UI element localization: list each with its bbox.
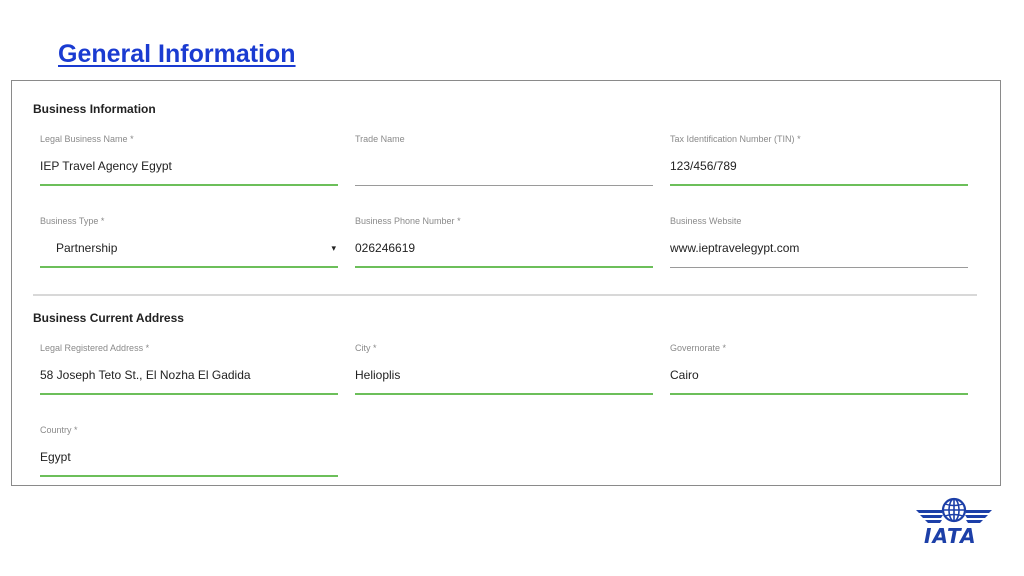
field-value[interactable]: IEP Travel Agency Egypt (40, 159, 172, 173)
field-label: Legal Registered Address (40, 343, 144, 353)
city-field[interactable]: City * Helioplis (355, 343, 653, 395)
field-underline (670, 393, 968, 395)
business-type-select[interactable]: Business Type * Partnership ▾ (40, 216, 338, 268)
country-field[interactable]: Country * Egypt (40, 425, 338, 477)
field-label: City (355, 343, 371, 353)
required-marker: * (797, 134, 801, 144)
field-value[interactable]: 123/456/789 (670, 159, 737, 173)
field-label: Business Website (670, 216, 742, 226)
required-marker: * (130, 134, 134, 144)
page-title: General Information (58, 40, 296, 68)
select-value[interactable]: Partnership (56, 241, 117, 255)
required-marker: * (145, 343, 150, 353)
field-label: Business Phone Number (355, 216, 455, 226)
required-marker: * (457, 216, 461, 226)
field-label: Legal Business Name (40, 134, 128, 144)
trade-name-field[interactable]: Trade Name (355, 134, 653, 186)
field-value[interactable]: Cairo (670, 368, 699, 382)
field-label: Business Type (40, 216, 99, 226)
tin-field[interactable]: Tax Identification Number (TIN) * 123/45… (670, 134, 968, 186)
field-value[interactable]: 58 Joseph Teto St., El Nozha El Gadida (40, 368, 251, 382)
legal-registered-address-field[interactable]: Legal Registered Address * 58 Joseph Tet… (40, 343, 338, 395)
field-underline (355, 185, 653, 186)
iata-logo-text: IATA (924, 524, 977, 548)
field-label: Tax Identification Number (TIN) (670, 134, 795, 144)
required-marker: * (74, 425, 78, 435)
required-marker: * (373, 343, 377, 353)
field-value[interactable]: Helioplis (355, 368, 400, 382)
section-title-business-information: Business Information (33, 102, 156, 116)
field-underline (40, 184, 338, 186)
field-label: Trade Name (355, 134, 405, 144)
field-underline (355, 266, 653, 268)
field-label: Country (40, 425, 72, 435)
business-website-field[interactable]: Business Website www.ieptravelegypt.com (670, 216, 968, 268)
required-marker: * (722, 343, 727, 353)
field-underline (670, 184, 968, 186)
governorate-field[interactable]: Governorate * Cairo (670, 343, 968, 395)
dropdown-caret-icon[interactable]: ▾ (331, 243, 336, 254)
field-underline (40, 393, 338, 395)
field-underline (670, 267, 968, 268)
legal-business-name-field[interactable]: Legal Business Name * IEP Travel Agency … (40, 134, 338, 186)
field-label: Governorate (670, 343, 721, 353)
iata-logo: IATA (914, 496, 994, 548)
field-value[interactable]: Egypt (40, 450, 71, 464)
field-underline (355, 393, 653, 395)
field-value[interactable]: www.ieptravelegypt.com (670, 241, 799, 255)
form-panel: Business Information Legal Business Name… (11, 80, 1001, 486)
section-divider (33, 294, 977, 296)
field-underline (40, 266, 338, 268)
required-marker: * (100, 216, 105, 226)
business-phone-field[interactable]: Business Phone Number * 026246619 (355, 216, 653, 268)
section-title-business-current-address: Business Current Address (33, 311, 184, 325)
field-value[interactable]: 026246619 (355, 241, 415, 255)
field-underline (40, 475, 338, 477)
